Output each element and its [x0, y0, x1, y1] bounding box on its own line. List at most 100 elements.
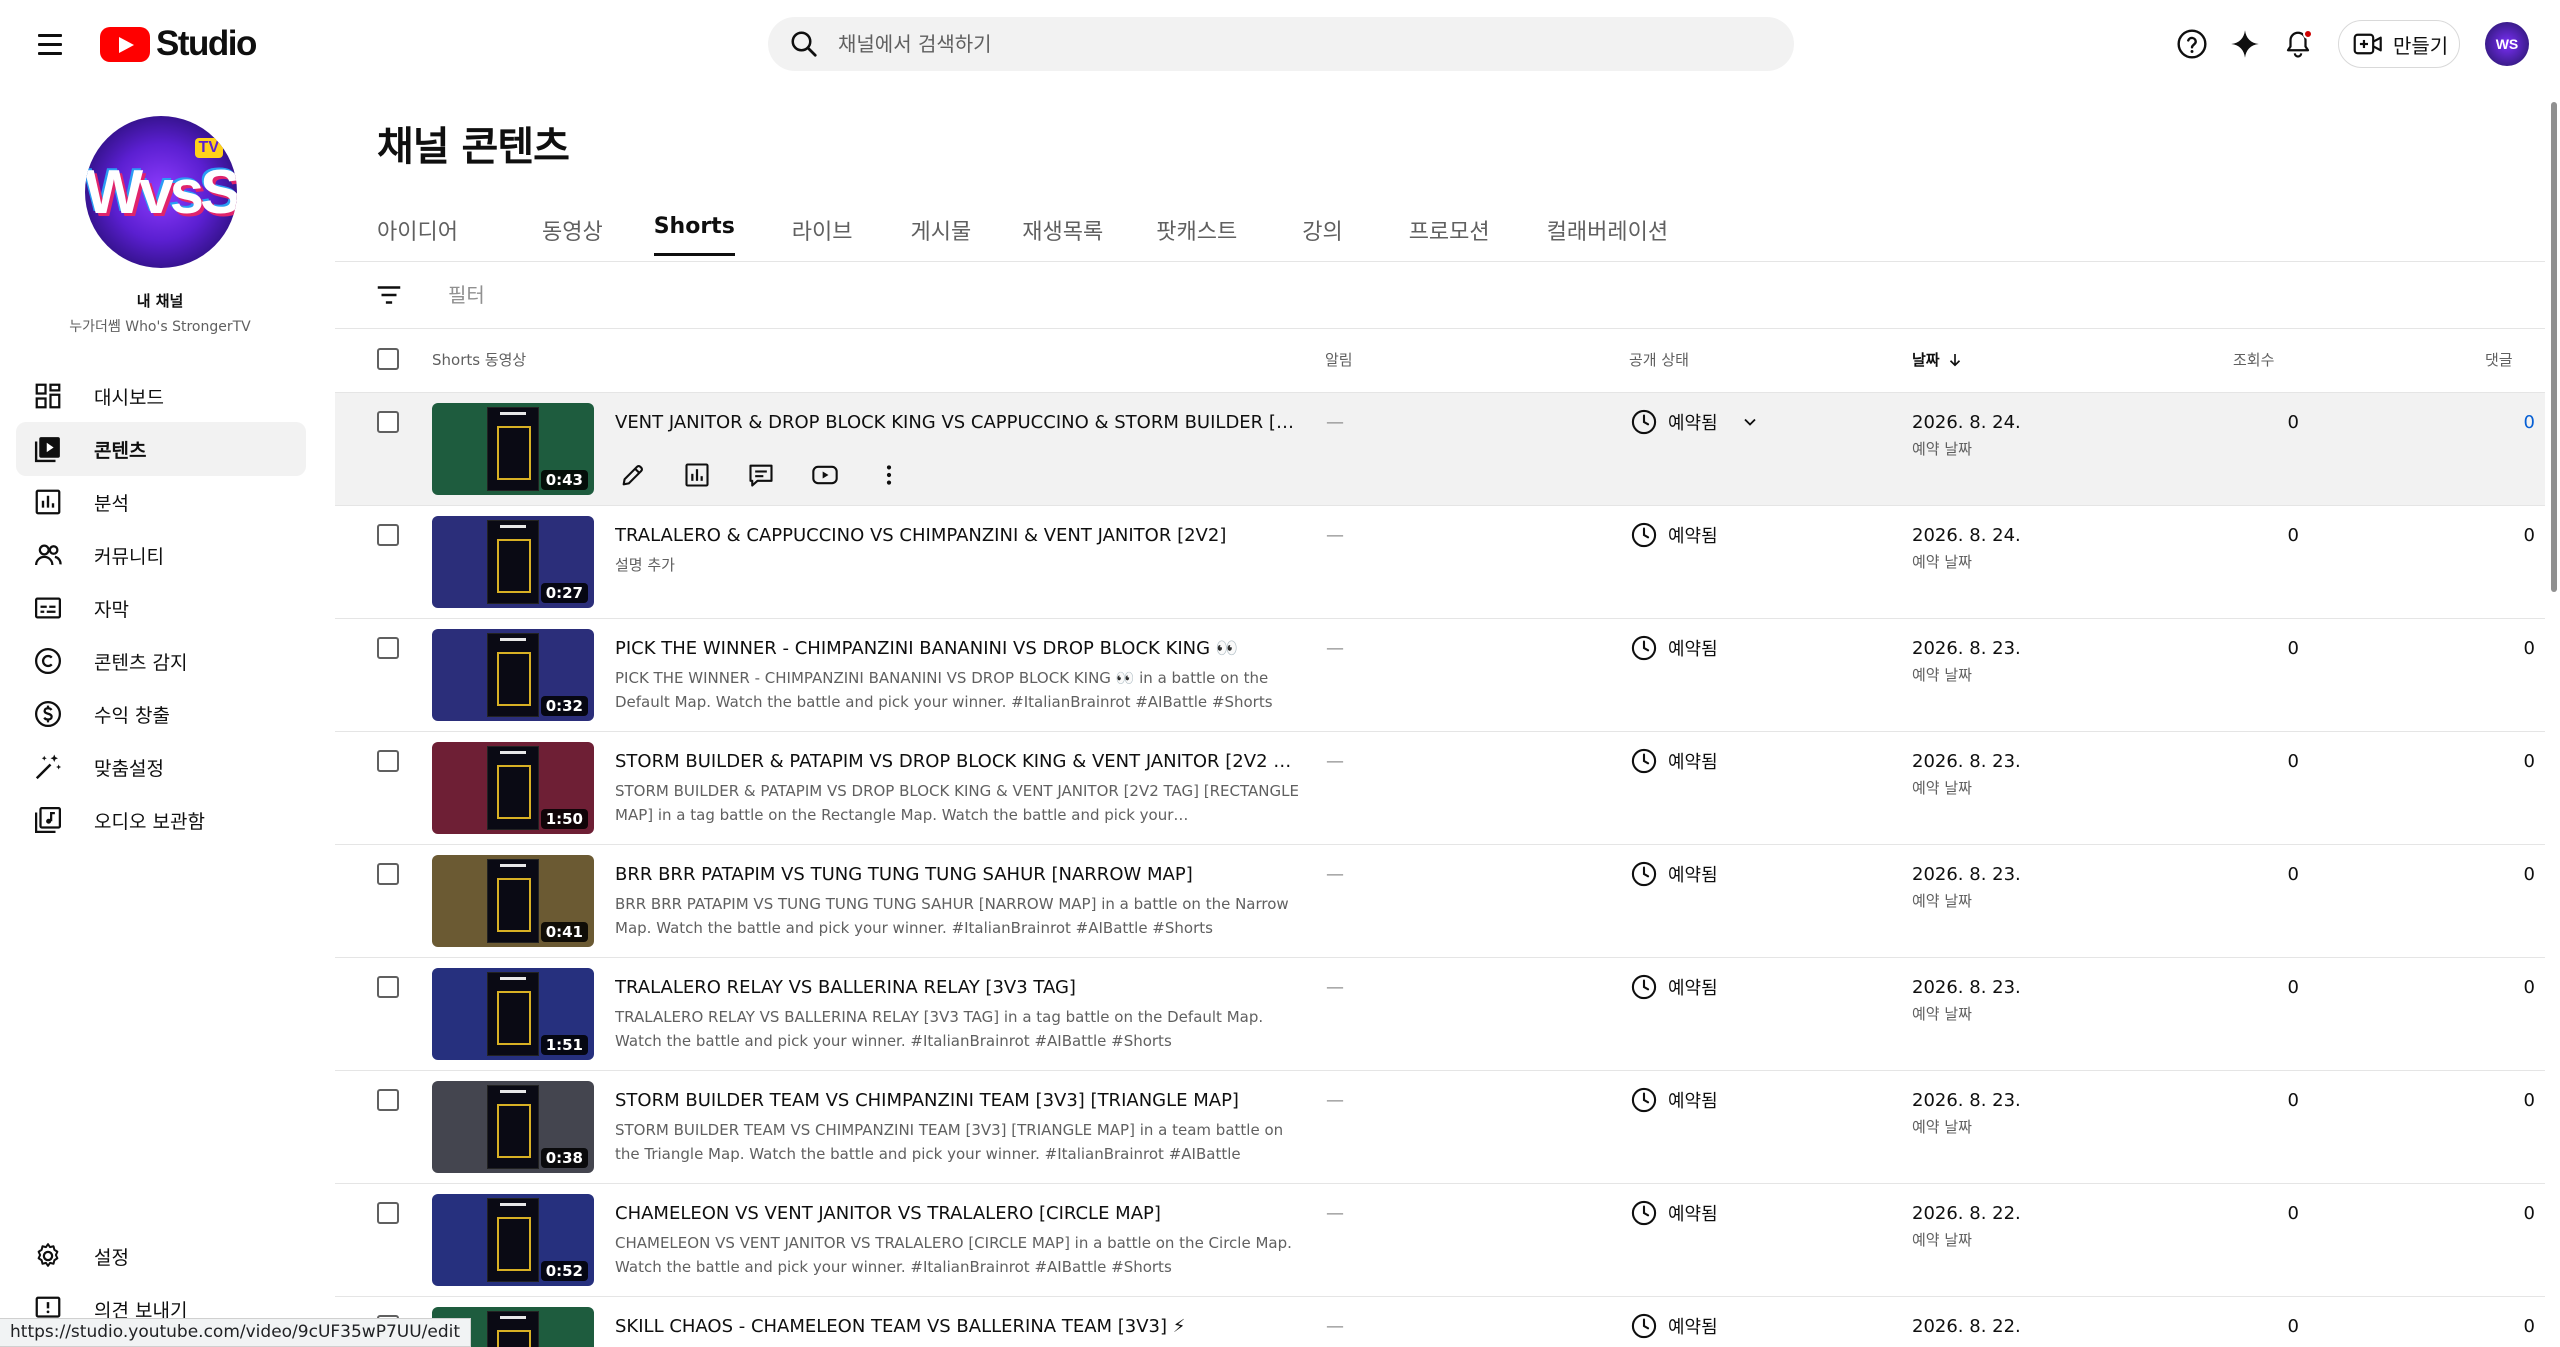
- video-title[interactable]: VENT JANITOR & DROP BLOCK KING VS CAPPUC…: [615, 412, 1295, 433]
- search-input[interactable]: [838, 32, 1738, 56]
- ai-sparkle-icon[interactable]: [2223, 22, 2267, 66]
- views-count: 0: [2287, 525, 2299, 546]
- tab-live[interactable]: 라이브: [792, 196, 853, 262]
- filter-icon[interactable]: [372, 278, 406, 312]
- video-thumbnail[interactable]: 0:43: [432, 403, 594, 495]
- tab-promotions[interactable]: 프로모션: [1409, 196, 1490, 262]
- row-checkbox[interactable]: [377, 750, 399, 772]
- sidebar-item-audio-library[interactable]: 오디오 보관함: [16, 793, 306, 847]
- video-thumbnail[interactable]: 1:51: [432, 968, 594, 1060]
- comments-icon[interactable]: [739, 453, 783, 497]
- sidebar-item-dashboard[interactable]: 대시보드: [16, 369, 306, 423]
- account-avatar[interactable]: WS: [2485, 22, 2529, 66]
- sidebar-item-label: 맞춤설정: [94, 757, 164, 780]
- more-vert-icon[interactable]: [867, 453, 911, 497]
- scrollbar[interactable]: [2548, 88, 2560, 1347]
- monetization-icon: [32, 698, 64, 730]
- search-icon[interactable]: [784, 24, 824, 64]
- tab-courses[interactable]: 강의: [1302, 196, 1342, 262]
- sidebar-item-content[interactable]: 콘텐츠: [16, 422, 306, 476]
- video-title[interactable]: TRALALERO & CAPPUCCINO VS CHIMPANZINI & …: [615, 525, 1295, 546]
- video-title[interactable]: PICK THE WINNER - CHIMPANZINI BANANINI V…: [615, 638, 1295, 659]
- tab-ideas[interactable]: 아이디어: [377, 196, 458, 262]
- table-row[interactable]: 1:51 TRALALERO RELAY VS BALLERINA RELAY […: [335, 958, 2545, 1071]
- visibility-status[interactable]: 예약됨: [1630, 408, 1760, 436]
- video-description: STORM BUILDER TEAM VS CHIMPANZINI TEAM […: [615, 1121, 1284, 1163]
- table-row[interactable]: 1:50 STORM BUILDER & PATAPIM VS DROP BLOC…: [335, 732, 2545, 845]
- sidebar-item-subtitles[interactable]: 자막: [16, 581, 306, 635]
- channel-avatar-logo: WvsS: [85, 157, 237, 227]
- column-header-alerts: 알림: [1325, 351, 1353, 369]
- video-description: CHAMELEON VS VENT JANITOR VS TRALALERO […: [615, 1234, 1292, 1276]
- sidebar-item-customization[interactable]: 맞춤설정: [16, 740, 306, 794]
- sidebar-item-settings[interactable]: 설정: [16, 1229, 306, 1283]
- table-row[interactable]: SKILL CHAOS - CHAMELEON TEAM VS BALLERIN…: [335, 1297, 2545, 1347]
- video-thumbnail[interactable]: 1:50: [432, 742, 594, 834]
- table-row[interactable]: 0:41 BRR BRR PATAPIM VS TUNG TUNG TUNG SA…: [335, 845, 2545, 958]
- video-title[interactable]: CHAMELEON VS VENT JANITOR VS TRALALERO […: [615, 1203, 1295, 1224]
- visibility-label: 예약됨: [1668, 978, 1718, 999]
- sidebar-item-label: 수익 창출: [94, 704, 170, 727]
- table-row[interactable]: 0:27 TRALALERO & CAPPUCCINO VS CHIMPANZIN…: [335, 506, 2545, 619]
- filter-input[interactable]: [448, 280, 1048, 310]
- row-checkbox[interactable]: [377, 976, 399, 998]
- video-title[interactable]: TRALALERO RELAY VS BALLERINA RELAY [3V3 …: [615, 977, 1295, 998]
- channel-avatar[interactable]: WvsS TV: [85, 116, 237, 268]
- edit-details-icon[interactable]: [611, 453, 655, 497]
- sidebar-item-analytics[interactable]: 분석: [16, 475, 306, 529]
- video-thumbnail[interactable]: 0:41: [432, 855, 594, 947]
- video-thumbnail[interactable]: 0:27: [432, 516, 594, 608]
- comments-count: 0: [2523, 525, 2535, 546]
- sidebar-item-community[interactable]: 커뮤니티: [16, 528, 306, 582]
- youtube-play-icon[interactable]: [803, 453, 847, 497]
- video-thumbnail[interactable]: 0:52: [432, 1194, 594, 1286]
- video-title[interactable]: BRR BRR PATAPIM VS TUNG TUNG TUNG SAHUR …: [615, 864, 1295, 885]
- menu-icon[interactable]: [28, 22, 72, 66]
- column-header-date-label: 날짜: [1912, 351, 1940, 369]
- tab-playlists[interactable]: 재생목록: [1022, 196, 1103, 262]
- tab-posts[interactable]: 게시물: [911, 196, 972, 262]
- chevron-down-icon[interactable]: [1740, 412, 1760, 432]
- row-checkbox[interactable]: [377, 411, 399, 433]
- logo-text: Studio: [156, 24, 257, 63]
- row-checkbox[interactable]: [377, 863, 399, 885]
- video-thumbnail[interactable]: 0:38: [432, 1081, 594, 1173]
- tab-videos[interactable]: 동영상: [542, 196, 603, 262]
- video-thumbnail[interactable]: 0:32: [432, 629, 594, 721]
- scrollbar-thumb[interactable]: [2551, 102, 2557, 592]
- notifications-icon[interactable]: [2276, 22, 2320, 66]
- sidebar-item-monetization[interactable]: 수익 창출: [16, 687, 306, 741]
- thumbnail-preview: [487, 1311, 539, 1347]
- comments-count[interactable]: 0: [2505, 412, 2535, 433]
- row-checkbox[interactable]: [377, 1089, 399, 1111]
- table-row[interactable]: 0:38 STORM BUILDER TEAM VS CHIMPANZINI TE…: [335, 1071, 2545, 1184]
- tab-shorts[interactable]: Shorts: [653, 196, 735, 262]
- tab-podcasts[interactable]: 팟캐스트: [1156, 196, 1237, 262]
- column-header-date[interactable]: 날짜: [1912, 349, 1964, 370]
- tab-collaborations[interactable]: 컬래버레이션: [1547, 196, 1668, 262]
- customization-icon: [32, 751, 64, 783]
- table-row[interactable]: 0:43 VENT JANITOR & DROP BLOCK KING VS CA…: [335, 393, 2545, 506]
- select-all-checkbox[interactable]: [377, 348, 399, 370]
- row-checkbox[interactable]: [377, 637, 399, 659]
- video-title[interactable]: STORM BUILDER & PATAPIM VS DROP BLOCK KI…: [615, 751, 1295, 772]
- comments-count: 0: [2523, 977, 2535, 998]
- alert-value: —: [1326, 977, 1344, 998]
- video-title[interactable]: SKILL CHAOS - CHAMELEON TEAM VS BALLERIN…: [615, 1316, 1295, 1337]
- row-checkbox[interactable]: [377, 524, 399, 546]
- table-row[interactable]: 0:52 CHAMELEON VS VENT JANITOR VS TRALALE…: [335, 1184, 2545, 1297]
- video-description: PICK THE WINNER - CHIMPANZINI BANANINI V…: [615, 669, 1273, 711]
- table-row[interactable]: 0:32 PICK THE WINNER - CHIMPANZINI BANANI…: [335, 619, 2545, 732]
- analytics-icon[interactable]: [675, 453, 719, 497]
- sidebar-item-label: 대시보드: [94, 386, 164, 409]
- row-checkbox[interactable]: [377, 1202, 399, 1224]
- visibility-status: 예약됨: [1630, 973, 1718, 1001]
- help-icon[interactable]: [2170, 22, 2214, 66]
- video-title[interactable]: STORM BUILDER TEAM VS CHIMPANZINI TEAM […: [615, 1090, 1295, 1111]
- date-type: 예약 날짜: [1912, 892, 1972, 910]
- sidebar-item-copyright[interactable]: 콘텐츠 감지: [16, 634, 306, 688]
- column-header-comments: 댓글: [2485, 351, 2513, 369]
- create-button[interactable]: 만들기: [2338, 20, 2460, 68]
- studio-logo[interactable]: Studio: [100, 22, 257, 66]
- column-header-visibility[interactable]: 공개 상태: [1629, 349, 1689, 370]
